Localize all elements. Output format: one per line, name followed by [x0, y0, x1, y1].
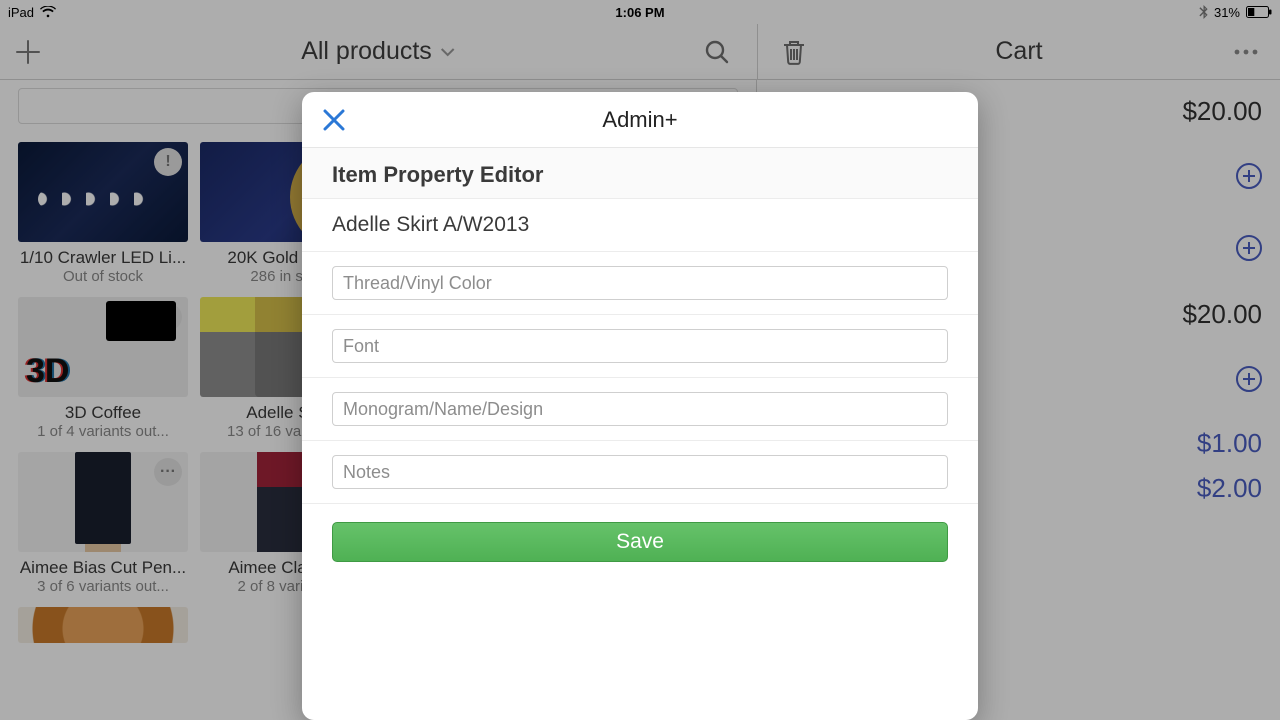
font-input[interactable]: [332, 329, 948, 363]
save-button-label: Save: [616, 530, 664, 554]
save-button[interactable]: Save: [332, 522, 948, 562]
modal-section-heading: Item Property Editor: [302, 148, 978, 199]
monogram-input[interactable]: [332, 392, 948, 426]
notes-input[interactable]: [332, 455, 948, 489]
thread-color-input[interactable]: [332, 266, 948, 300]
modal-title: Admin+: [602, 107, 677, 133]
close-button[interactable]: [312, 98, 356, 142]
admin-modal: Admin+ Item Property Editor Adelle Skirt…: [302, 92, 978, 720]
modal-item-name: Adelle Skirt A/W2013: [302, 199, 978, 252]
